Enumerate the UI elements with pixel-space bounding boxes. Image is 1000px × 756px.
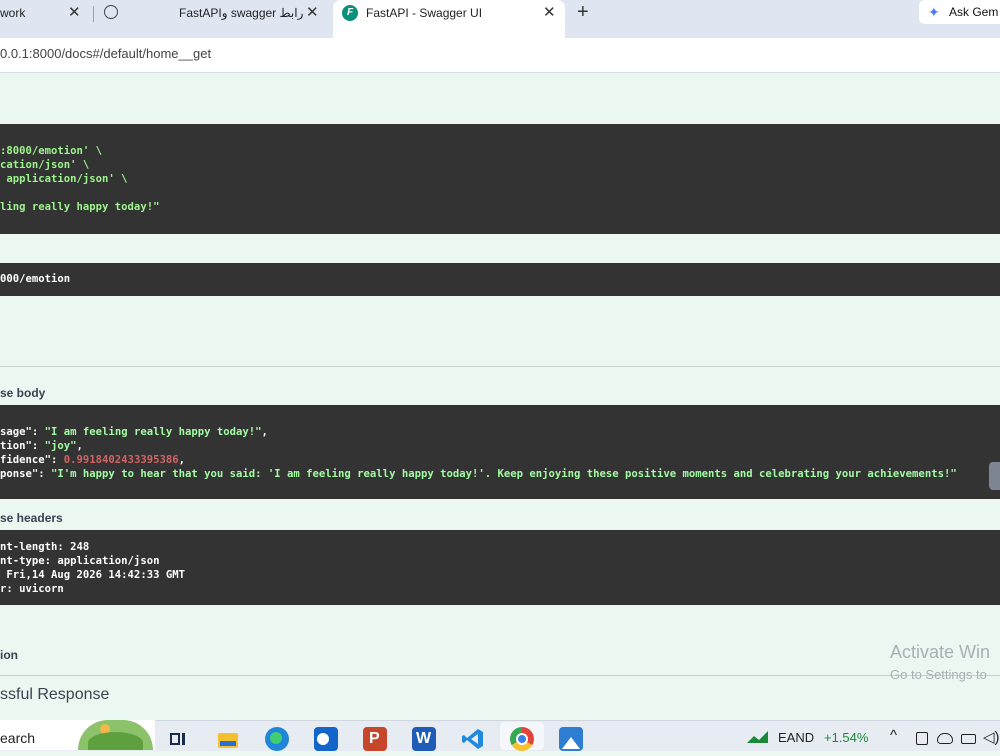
stock-chart-icon[interactable] [747,730,769,744]
curl-line: :8000/emotion' \ [0,145,103,157]
header-line: nt-type: application/json [0,555,160,567]
download-button[interactable] [989,462,1000,490]
onedrive-cloud-icon[interactable] [937,733,953,744]
json-token: sage": [0,426,45,438]
stock-name: EAND [778,730,815,745]
close-tab-icon[interactable]: ✕ [306,0,319,26]
json-token: , [178,454,185,466]
vscode-icon[interactable] [461,727,485,751]
search-art-hill [88,732,143,750]
curl-code-block[interactable]: :8000/emotion' \ cation/json' \ applicat… [0,124,1000,234]
successful-response-text: ssful Response [0,686,110,703]
task-view-icon[interactable] [166,727,190,751]
json-token: "I am feeling really happy today!" [44,426,262,438]
curl-line: ling really happy today!" [0,201,160,213]
json-line: fidence": 0.9918402433395386, [0,454,185,466]
json-token: "I'm happy to hear that you said: 'I am … [51,468,957,480]
tab-fastapi-swagger-link[interactable]: FastAPIو swagger رابط ✕ [100,0,330,30]
search-label: earch [0,730,36,746]
vscode-glyph [462,729,483,749]
stock-change: +1.54% [824,730,869,745]
tab-swagger-ui-active[interactable]: F FastAPI - Swagger UI ✕ [333,0,565,38]
ask-gemini-label: Ask Gem [949,5,999,19]
powerpoint-icon[interactable]: P [363,727,387,751]
chrome-icon[interactable] [510,727,534,751]
tab-title: work [0,6,26,20]
json-token: ponse": [0,468,52,480]
request-url-text: 000/emotion [0,273,71,285]
new-tab-button[interactable]: + [577,0,589,24]
word-letter: W [416,730,432,747]
tab-title: FastAPI - Swagger UI [366,6,483,20]
tab-divider [93,6,94,22]
search-highlight-image [78,720,153,750]
edge-icon[interactable] [265,727,289,751]
curl-line: cation/json' \ [0,159,90,171]
device-icon[interactable] [916,732,928,745]
json-line: tion": "joy", [0,440,83,452]
description-column-heading: ion [0,648,18,662]
json-line: sage": "I am feeling really happy today!… [0,426,268,438]
request-url-block[interactable]: 000/emotion [0,263,1000,296]
response-body-heading: se body [0,386,46,400]
close-tab-icon[interactable]: ✕ [68,0,81,26]
task-view-glyph [170,733,180,745]
header-line: r: uvicorn [0,583,64,595]
json-token: fidence": [0,454,64,466]
volume-icon[interactable]: ◁) [983,728,1000,746]
activate-windows-watermark: Activate Win [890,642,991,662]
outlook-icon[interactable] [314,727,338,751]
network-icon[interactable] [961,734,976,744]
curl-line: application/json' \ [0,173,128,185]
json-token: tion": [0,440,45,452]
taskbar-search-box[interactable]: earch [0,720,155,750]
ask-gemini-button[interactable]: ✦ Ask Gem [919,0,1000,24]
tab-title: FastAPIو swagger رابط [179,6,304,20]
address-bar[interactable]: 0.0.1:8000/docs#/default/home__get [0,38,1000,73]
photos-mountain [562,737,580,749]
chrome-center [516,733,528,745]
task-view-glyph [182,733,185,745]
section-divider [0,366,1000,367]
json-line: ponse": "I'm happy to hear that you said… [0,468,957,480]
file-explorer-icon[interactable] [216,727,240,751]
gemini-sparkle-icon: ✦ [928,4,940,20]
header-line: Fri,14 Aug 2026 14:42:33 GMT [0,569,185,581]
folder-stripe [220,741,236,746]
response-headers-heading: se headers [0,511,63,525]
response-headers-block[interactable]: nt-length: 248 nt-type: application/json… [0,530,1000,605]
openai-icon [104,5,118,19]
activate-windows-subtext: Go to Settings to [890,667,987,682]
header-line: nt-length: 248 [0,541,90,553]
browser-tab-bar: work ✕ FastAPIو swagger رابط ✕ F FastAPI… [0,0,1000,38]
table-header-divider [0,675,1000,676]
edge-swirl [270,732,282,744]
json-token: , [261,426,268,438]
show-hidden-icons-icon[interactable]: ^ [890,727,897,744]
close-tab-icon[interactable]: ✕ [543,0,556,26]
tab-work[interactable]: work ✕ [0,0,90,30]
response-body-block[interactable]: sage": "I am feeling really happy today!… [0,405,1000,499]
photos-icon[interactable] [559,727,583,751]
url-text[interactable]: 0.0.1:8000/docs#/default/home__get [0,46,211,61]
json-token: 0.9918402433395386 [63,454,179,466]
json-token: "joy" [44,440,77,452]
fastapi-icon: F [342,5,358,21]
stock-chart-glyph [747,731,768,743]
word-icon[interactable]: W [412,727,436,751]
powerpoint-letter: P [369,730,380,747]
swagger-operation-panel: :8000/emotion' \ cation/json' \ applicat… [0,73,1000,720]
json-token: , [76,440,83,452]
outlook-o [317,733,329,745]
